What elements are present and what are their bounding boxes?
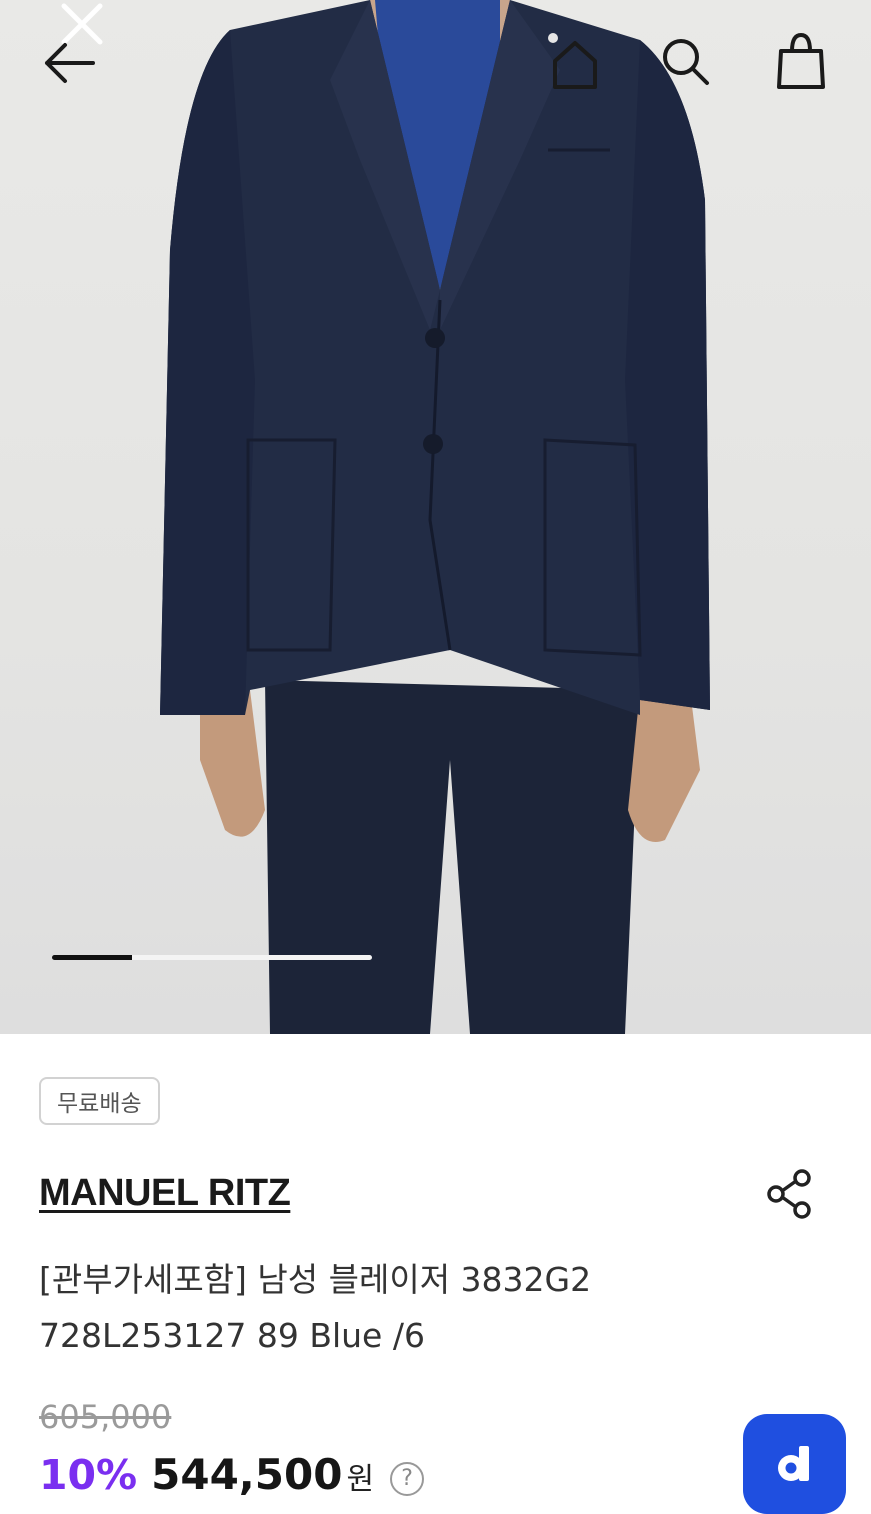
brand-link[interactable]: MANUEL RITZ: [39, 1172, 291, 1215]
gallery-progress-bar: [52, 955, 372, 960]
product-name-line-1: [관부가세포함] 남성 블레이저 3832G2: [39, 1260, 592, 1299]
price-row: 10% 544,500 원 ?: [39, 1450, 425, 1500]
product-image-gallery[interactable]: [0, 0, 871, 1034]
sale-price: 544,500: [151, 1450, 343, 1499]
app-logo-icon: [777, 1446, 809, 1481]
free-shipping-badge: 무료배송: [39, 1077, 160, 1125]
shopping-bag-icon: [777, 32, 825, 89]
product-name-line-2: 728L253127 89 Blue /6: [39, 1316, 425, 1355]
price-help-icon[interactable]: ?: [390, 1461, 425, 1496]
currency-unit: 원: [346, 1462, 375, 1497]
original-price: 605,000: [39, 1398, 172, 1436]
back-arrow-icon: [45, 43, 95, 83]
home-icon: [553, 41, 597, 89]
search-icon: [663, 39, 709, 85]
gallery-progress-fill: [52, 955, 132, 960]
back-button[interactable]: [34, 28, 104, 98]
share-icon: [767, 1169, 811, 1219]
search-button[interactable]: [650, 26, 720, 96]
shopping-bag-button[interactable]: [766, 26, 836, 96]
share-button[interactable]: [762, 1166, 818, 1222]
home-button[interactable]: [540, 28, 610, 98]
product-photo: [160, 0, 710, 1034]
product-name: [관부가세포함] 남성 블레이저 3832G2 728L253127 89 Bl…: [39, 1252, 719, 1364]
app-launch-button[interactable]: [743, 1414, 846, 1514]
discount-rate: 10%: [39, 1451, 138, 1499]
